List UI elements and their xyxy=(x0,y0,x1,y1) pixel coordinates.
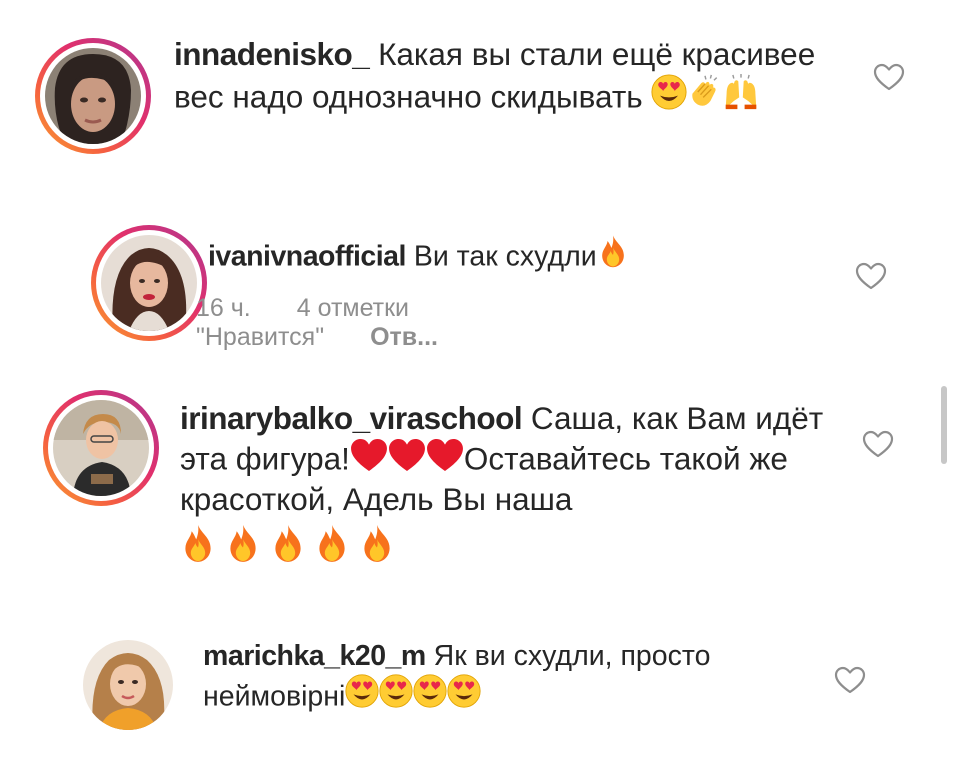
fire-emoji xyxy=(270,523,306,563)
comment-body: irinarybalko_viraschool Саша, как Вам ид… xyxy=(180,398,840,570)
comment-username[interactable]: innadenisko_ xyxy=(174,36,370,72)
comment-meta: 16 ч. 4 отметки "Нравится" Отв... xyxy=(196,294,484,352)
comment-time: 16 ч. xyxy=(196,294,251,322)
red-heart-emoji xyxy=(350,438,388,472)
raising-hands-emoji xyxy=(723,74,759,110)
fire-emoji xyxy=(314,523,350,563)
avatar[interactable] xyxy=(83,640,173,730)
heart-eyes-emoji xyxy=(345,674,379,708)
avatar xyxy=(101,235,197,331)
comment-body: marichka_k20_m Як ви схудли, просто нейм… xyxy=(203,638,823,716)
fire-emoji xyxy=(225,523,261,563)
avatar-story-ring[interactable] xyxy=(91,225,207,341)
heart-eyes-emoji xyxy=(651,74,687,110)
fire-emoji xyxy=(359,523,395,563)
avatar-story-ring[interactable] xyxy=(35,38,151,154)
comment-username[interactable]: marichka_k20_m xyxy=(203,640,426,672)
like-heart-icon[interactable] xyxy=(862,430,894,458)
comment-body: innadenisko_ Какая вы стали ещё красивее… xyxy=(174,34,834,117)
heart-eyes-emoji xyxy=(379,674,413,708)
heart-eyes-emoji xyxy=(447,674,481,708)
emoji-row xyxy=(180,523,840,570)
red-heart-emoji xyxy=(388,438,426,472)
reply-button[interactable]: Отв... xyxy=(370,323,438,351)
fire-emoji xyxy=(180,523,216,563)
like-heart-icon[interactable] xyxy=(873,63,905,91)
comment-username[interactable]: irinarybalko_viraschool xyxy=(180,400,523,436)
scrollbar[interactable] xyxy=(941,386,947,464)
like-heart-icon[interactable] xyxy=(855,262,887,290)
avatar xyxy=(45,48,141,144)
comment-username[interactable]: ivanivnaofficial xyxy=(208,241,406,273)
like-heart-icon[interactable] xyxy=(834,666,866,694)
red-heart-emoji xyxy=(426,438,464,472)
heart-eyes-emoji xyxy=(413,674,447,708)
comment-text: Ви так схудли xyxy=(405,240,597,273)
fire-emoji xyxy=(597,234,629,268)
clapping-hands-emoji xyxy=(687,74,723,110)
avatar xyxy=(53,400,149,496)
avatar-story-ring[interactable] xyxy=(43,390,159,506)
comment-body: ivanivnaofficial Ви так схудли xyxy=(208,234,848,275)
